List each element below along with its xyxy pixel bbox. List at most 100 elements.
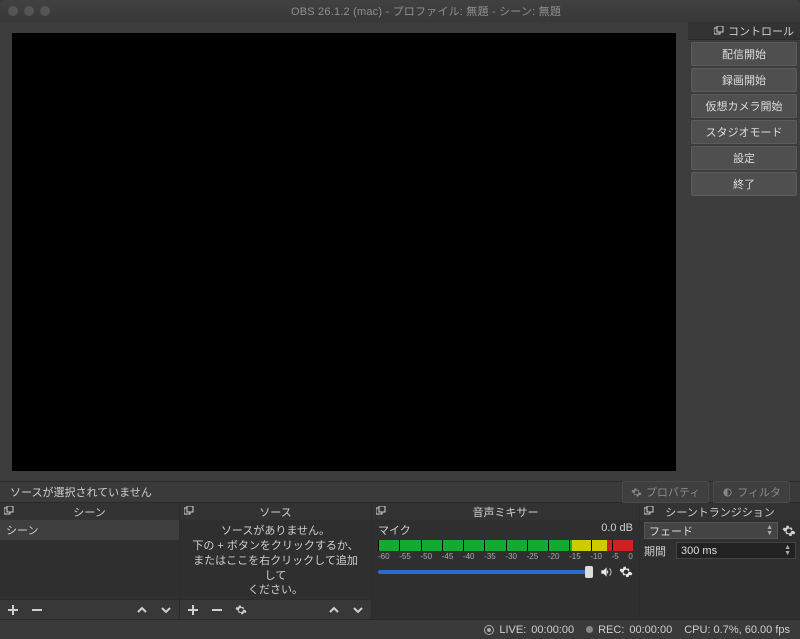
docks-row: シーン シーン ソース ソースがありません。 下の + ボ — [0, 503, 800, 619]
popout-icon[interactable] — [376, 506, 386, 516]
window-title: OBS 26.1.2 (mac) - プロファイル: 無題 - シーン: 無題 — [60, 3, 792, 19]
scale-tick: -25 — [527, 552, 539, 561]
source-toolbar: ソースが選択されていません プロパティ フィルタ — [0, 481, 800, 503]
text-line: ください。 — [190, 583, 361, 598]
chevron-updown-icon: ▲▼ — [766, 525, 773, 537]
scenes-panel: シーン シーン — [0, 503, 180, 619]
start-recording-button[interactable]: 録画開始 — [691, 68, 797, 92]
move-scene-up-button[interactable] — [135, 603, 149, 617]
filters-label: フィルタ — [737, 484, 781, 500]
duration-value: 300 ms — [681, 545, 717, 557]
scale-tick: -40 — [463, 552, 475, 561]
cpu-text: CPU: 0.7%, 60.00 fps — [684, 624, 790, 636]
popout-icon[interactable] — [4, 506, 14, 516]
obs-window: OBS 26.1.2 (mac) - プロファイル: 無題 - シーン: 無題 … — [0, 0, 800, 639]
sources-empty-message: ソースがありません。 下の + ボタンをクリックするか、 またはここを右クリック… — [180, 520, 371, 599]
no-source-selected-label: ソースが選択されていません — [10, 484, 152, 500]
move-scene-down-button[interactable] — [159, 603, 173, 617]
popout-icon[interactable] — [644, 506, 654, 516]
text-line: またはここを右クリックして追加して — [190, 554, 361, 584]
scenes-list[interactable]: シーン — [0, 520, 179, 599]
studio-mode-button[interactable]: スタジオモード — [691, 120, 797, 144]
settings-button[interactable]: 設定 — [691, 146, 797, 170]
gear-icon[interactable] — [782, 524, 796, 538]
audio-meter-scale: -60 -55 -50 -45 -40 -35 -30 -25 -20 -15 … — [378, 552, 633, 561]
scenes-toolbar — [0, 599, 179, 619]
audio-mixer-title: 音声ミキサー — [473, 504, 539, 520]
sources-toolbar — [180, 599, 371, 619]
audio-mixer-body: マイク 0.0 dB -60 -55 -50 -45 -40 -35 -30 — [372, 520, 639, 619]
scale-tick: 0 — [628, 552, 632, 561]
zoom-window-icon[interactable] — [40, 6, 50, 16]
popout-icon[interactable] — [184, 506, 194, 516]
window-traffic-lights[interactable] — [8, 6, 50, 16]
rec-label: REC: — [598, 624, 624, 636]
source-properties-button[interactable] — [234, 603, 248, 617]
sources-panel-header: ソース — [180, 503, 371, 520]
scale-tick: -45 — [442, 552, 454, 561]
duration-input[interactable]: 300 ms ▲▼ — [676, 542, 796, 559]
scenes-title: シーン — [73, 504, 105, 520]
properties-label: プロパティ — [646, 484, 700, 500]
gear-icon[interactable] — [619, 565, 633, 579]
scale-tick: -35 — [484, 552, 496, 561]
transitions-title: シーントランジション — [665, 504, 774, 520]
remove-scene-button[interactable] — [30, 603, 44, 617]
text-line: 下の + ボタンをクリックするか、 — [190, 539, 361, 554]
popout-icon[interactable] — [714, 26, 724, 36]
titlebar: OBS 26.1.2 (mac) - プロファイル: 無題 - シーン: 無題 — [0, 0, 800, 22]
scale-tick: -55 — [399, 552, 411, 561]
rec-status: REC: 00:00:00 — [586, 624, 672, 636]
add-source-button[interactable] — [186, 603, 200, 617]
live-label: LIVE: — [499, 624, 526, 636]
add-scene-button[interactable] — [6, 603, 20, 617]
sources-list[interactable]: ソースがありません。 下の + ボタンをクリックするか、 またはここを右クリック… — [180, 520, 371, 599]
controls-dock-title: コントロール — [728, 23, 794, 39]
main-area: コントロール 配信開始 録画開始 仮想カメラ開始 スタジオモード 設定 終了 — [0, 22, 800, 481]
volume-slider[interactable] — [378, 570, 593, 574]
gear-icon — [631, 487, 642, 498]
record-indicator-icon — [586, 626, 593, 633]
list-item[interactable]: シーン — [0, 520, 179, 540]
start-streaming-button[interactable]: 配信開始 — [691, 42, 797, 66]
filter-icon — [722, 487, 733, 498]
transitions-body: フェード ▲▼ 期間 300 ms ▲▼ — [640, 520, 800, 619]
preview-area-container — [0, 22, 688, 481]
audio-meter — [378, 540, 633, 551]
duration-label: 期間 — [644, 543, 672, 559]
start-virtual-camera-button[interactable]: 仮想カメラ開始 — [691, 94, 797, 118]
transition-select[interactable]: フェード ▲▼ — [644, 522, 778, 539]
close-window-icon[interactable] — [8, 6, 18, 16]
audio-mixer-panel: 音声ミキサー マイク 0.0 dB -60 -55 -50 -45 — [372, 503, 640, 619]
move-source-up-button[interactable] — [327, 603, 341, 617]
transitions-panel: シーントランジション フェード ▲▼ 期間 300 ms ▲▼ — [640, 503, 800, 619]
scale-tick: -20 — [548, 552, 560, 561]
scale-tick: -30 — [505, 552, 517, 561]
status-bar: LIVE: 00:00:00 REC: 00:00:00 CPU: 0.7%, … — [0, 619, 800, 639]
audio-track-level: 0.0 dB — [601, 522, 633, 538]
text-line: ソースがありません。 — [190, 524, 361, 539]
sources-title: ソース — [259, 504, 291, 520]
scale-tick: -5 — [612, 552, 619, 561]
preview-canvas[interactable] — [12, 33, 676, 471]
properties-button[interactable]: プロパティ — [622, 481, 709, 503]
move-source-down-button[interactable] — [351, 603, 365, 617]
controls-dock-header: コントロール — [688, 22, 800, 40]
exit-button[interactable]: 終了 — [691, 172, 797, 196]
transitions-header: シーントランジション — [640, 503, 800, 520]
transition-selected: フェード — [649, 523, 693, 539]
speaker-icon[interactable] — [599, 565, 613, 579]
scale-tick: -10 — [590, 552, 602, 561]
live-status: LIVE: 00:00:00 — [484, 624, 574, 636]
remove-source-button[interactable] — [210, 603, 224, 617]
live-time: 00:00:00 — [531, 624, 574, 636]
minimize-window-icon[interactable] — [24, 6, 34, 16]
scale-tick: -50 — [420, 552, 432, 561]
live-indicator-icon — [484, 625, 494, 635]
stepper-icon[interactable]: ▲▼ — [784, 545, 791, 557]
controls-dock: コントロール 配信開始 録画開始 仮想カメラ開始 スタジオモード 設定 終了 — [688, 22, 800, 481]
cpu-status: CPU: 0.7%, 60.00 fps — [684, 624, 790, 636]
sources-panel: ソース ソースがありません。 下の + ボタンをクリックするか、 またはここを右… — [180, 503, 372, 619]
scale-tick: -60 — [378, 552, 390, 561]
filters-button[interactable]: フィルタ — [713, 481, 790, 503]
